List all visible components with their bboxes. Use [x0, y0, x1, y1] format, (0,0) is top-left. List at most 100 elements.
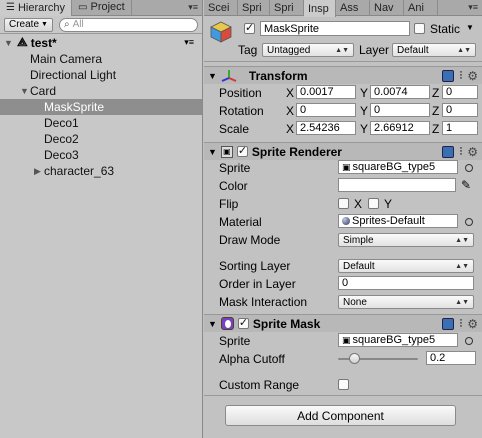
- tab-sprite-1[interactable]: Spri: [238, 0, 270, 16]
- sr-flip-label: Flip: [219, 197, 239, 211]
- hierarchy-item-masksprite[interactable]: MaskSprite: [0, 99, 202, 115]
- alpha-cutoff-field[interactable]: 0.2: [426, 351, 476, 365]
- list-icon: ☰: [6, 2, 15, 13]
- scene-name: test*: [30, 35, 57, 50]
- sr-mask-interaction-row: Mask Interaction None ▲▼: [204, 293, 482, 311]
- gear-icon[interactable]: ⚙: [467, 145, 478, 159]
- mask-interaction-value: None: [343, 296, 367, 308]
- mask-interaction-dropdown[interactable]: None ▲▼: [338, 295, 474, 309]
- panel-menu-icon[interactable]: ▾≡: [188, 2, 198, 13]
- gear-icon[interactable]: ⚙: [467, 317, 478, 331]
- z-axis-label: Z: [432, 122, 440, 136]
- eyedropper-icon[interactable]: ✎: [461, 178, 471, 192]
- tab-label: Ani: [408, 2, 424, 14]
- hierarchy-item-deco3[interactable]: Deco3: [0, 147, 202, 163]
- flip-x-checkbox[interactable]: [338, 198, 349, 209]
- order-in-layer-field[interactable]: 0: [338, 276, 474, 290]
- rotation-z-field[interactable]: 0: [442, 103, 478, 117]
- sr-sprite-field[interactable]: ▣ squareBG_type5: [338, 160, 458, 174]
- panel-menu-icon[interactable]: ▾≡: [468, 2, 478, 13]
- tab-sprite-2[interactable]: Spri: [270, 0, 304, 16]
- sprite-asset-icon: ▣: [342, 334, 351, 345]
- sprite-renderer-enabled-checkbox[interactable]: [236, 144, 248, 157]
- scale-x-field[interactable]: 2.54236: [296, 121, 356, 135]
- sprite-mask-enabled-checkbox[interactable]: [237, 316, 249, 329]
- layer-dropdown[interactable]: Default ▲▼: [392, 43, 476, 57]
- position-x-field[interactable]: 0.0017: [296, 85, 356, 99]
- sr-material-field[interactable]: Sprites-Default: [338, 214, 458, 228]
- sprite-asset-icon: ▣: [342, 161, 351, 172]
- sm-alpha-label: Alpha Cutoff: [219, 352, 285, 366]
- sorting-layer-value: Default: [343, 260, 375, 272]
- position-z-field[interactable]: 0: [442, 85, 478, 99]
- object-name-field[interactable]: MaskSprite: [260, 21, 410, 36]
- tab-inspector[interactable]: Insp: [304, 0, 336, 17]
- expand-arrow-icon[interactable]: ▼: [208, 319, 217, 329]
- divider: [204, 395, 482, 396]
- flip-y-checkbox[interactable]: [368, 198, 379, 209]
- rotation-x-field[interactable]: 0: [296, 103, 356, 117]
- list-item-label: character_63: [44, 164, 115, 178]
- hierarchy-item-directional-light[interactable]: Directional Light: [0, 67, 202, 83]
- expand-arrow-icon[interactable]: ▶: [34, 166, 44, 177]
- rotation-y-field[interactable]: 0: [370, 103, 430, 117]
- object-picker-icon[interactable]: [465, 337, 473, 345]
- sprite-mask-header[interactable]: ▼ Sprite Mask ⫶ ⚙: [204, 314, 482, 332]
- tab-asset[interactable]: Ass: [336, 0, 370, 16]
- sm-sprite-row: Sprite ▣ squareBG_type5: [204, 332, 482, 350]
- hierarchy-item-character-63[interactable]: ▶ character_63: [0, 163, 202, 179]
- tab-hierarchy[interactable]: ☰ Hierarchy: [0, 0, 73, 16]
- expand-arrow-icon[interactable]: ▼: [20, 86, 30, 96]
- sprite-renderer-header[interactable]: ▼ ▣ Sprite Renderer ⫶ ⚙: [204, 142, 482, 160]
- scene-menu-icon[interactable]: ▾≡: [184, 37, 194, 48]
- create-button[interactable]: Create ▼: [4, 17, 53, 32]
- position-y-field[interactable]: 0.0074: [370, 85, 430, 99]
- tab-navigation[interactable]: Nav: [370, 0, 404, 16]
- preset-sliders-icon[interactable]: ⫶: [459, 146, 462, 159]
- scale-z-field[interactable]: 1: [442, 121, 478, 135]
- hierarchy-item-deco2[interactable]: Deco2: [0, 131, 202, 147]
- hierarchy-item-main-camera[interactable]: Main Camera: [0, 51, 202, 67]
- scale-y-field[interactable]: 2.66912: [370, 121, 430, 135]
- help-book-icon[interactable]: [442, 318, 455, 330]
- gear-icon[interactable]: ⚙: [467, 69, 478, 83]
- sr-color-swatch[interactable]: [338, 178, 456, 192]
- preset-sliders-icon[interactable]: ⫶: [459, 318, 462, 331]
- transform-header[interactable]: ▼ Transform ⫶ ⚙: [204, 66, 482, 84]
- custom-range-checkbox[interactable]: [338, 379, 349, 390]
- chevron-down-icon: ▲▼: [457, 46, 471, 54]
- sorting-layer-dropdown[interactable]: Default ▲▼: [338, 259, 474, 273]
- scene-row[interactable]: ▼ ⟁ test* ▾≡: [0, 34, 202, 51]
- tag-dropdown[interactable]: Untagged ▲▼: [262, 43, 354, 57]
- list-item-label: Deco3: [44, 148, 79, 162]
- position-row: Position X 0.0017 Y 0.0074 Z 0: [204, 84, 482, 102]
- tab-project[interactable]: ▭ Project: [72, 0, 132, 15]
- chevron-down-icon: ▲▼: [335, 46, 349, 54]
- draw-mode-dropdown[interactable]: Simple ▲▼: [338, 233, 474, 247]
- static-checkbox[interactable]: [414, 23, 425, 34]
- material-sphere-icon: [342, 217, 350, 225]
- expand-arrow-icon[interactable]: ▼: [4, 38, 14, 48]
- sr-material-row: Material Sprites-Default: [204, 213, 482, 231]
- tab-scene[interactable]: Scei: [204, 0, 238, 16]
- object-picker-icon[interactable]: [465, 218, 473, 226]
- tab-animation[interactable]: Ani: [404, 0, 438, 16]
- expand-arrow-icon[interactable]: ▼: [208, 147, 217, 157]
- search-input[interactable]: ⌕ All: [58, 17, 198, 32]
- hierarchy-item-card[interactable]: ▼ Card: [0, 83, 202, 99]
- active-checkbox[interactable]: [244, 21, 255, 34]
- preset-sliders-icon[interactable]: ⫶: [459, 70, 462, 83]
- expand-arrow-icon[interactable]: ▼: [208, 71, 217, 81]
- help-book-icon[interactable]: [442, 70, 455, 82]
- alpha-slider-thumb[interactable]: [349, 353, 360, 364]
- sm-sprite-field[interactable]: ▣ squareBG_type5: [338, 333, 458, 347]
- sprite-mask-title: Sprite Mask: [252, 316, 321, 331]
- scale-row: Scale X 2.54236 Y 2.66912 Z 1: [204, 120, 482, 138]
- chevron-down-icon[interactable]: ▼: [466, 23, 474, 32]
- hierarchy-item-deco1[interactable]: Deco1: [0, 115, 202, 131]
- tab-label: Spri: [274, 2, 294, 14]
- add-component-button[interactable]: Add Component: [225, 405, 456, 426]
- help-book-icon[interactable]: [442, 146, 455, 158]
- sr-sprite-value: squareBG_type5: [352, 161, 436, 173]
- object-picker-icon[interactable]: [465, 164, 473, 172]
